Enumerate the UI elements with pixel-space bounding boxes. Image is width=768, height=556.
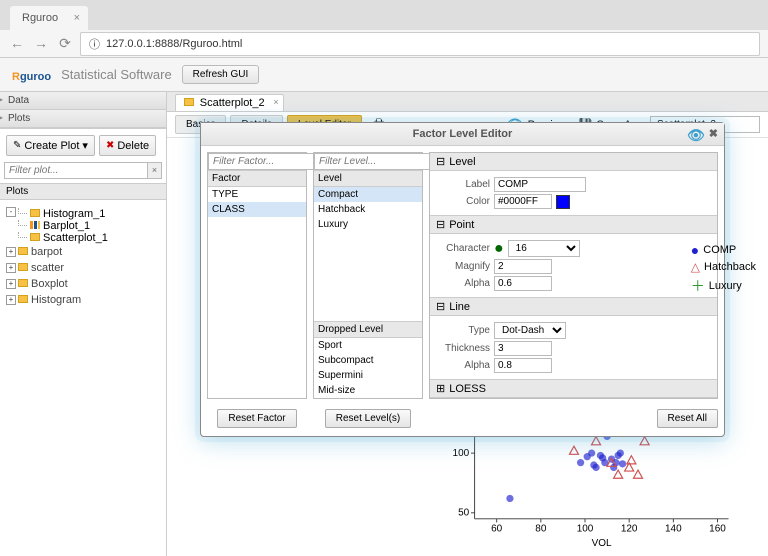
address-bar[interactable]: ⓘ 127.0.0.1:8888/Rguroo.html <box>80 32 760 56</box>
svg-text:120: 120 <box>621 523 638 534</box>
close-icon[interactable]: × <box>74 12 80 24</box>
thickness-input[interactable] <box>494 341 552 356</box>
plots-subheader: Plots <box>0 183 166 200</box>
factor-level-editor-dialog: Factor Level Editor 👁 ✖ × Factor TYPE CL… <box>200 122 725 437</box>
reset-factor-button[interactable]: Reset Factor <box>217 409 296 428</box>
browser-tab[interactable]: Rguroo × <box>10 6 88 30</box>
dropped-item[interactable]: Mid-size <box>314 383 422 398</box>
browser-tab-title: Rguroo <box>22 12 58 24</box>
factor-item[interactable]: CLASS <box>208 202 306 217</box>
refresh-gui-button[interactable]: Refresh GUI <box>182 65 260 84</box>
plot-tree: Histogram_1 Barplot_1 Scatterplot_1 barp… <box>0 200 166 312</box>
character-select[interactable]: 16 <box>508 240 580 257</box>
histogram-icon <box>30 209 40 217</box>
url-text: 127.0.0.1:8888/Rguroo.html <box>106 38 242 50</box>
collapse-icon[interactable]: ⊟ <box>436 218 445 231</box>
reset-all-button[interactable]: Reset All <box>657 409 718 428</box>
dropped-item[interactable]: Sport <box>314 338 422 353</box>
tree-item[interactable]: barpot <box>4 244 162 260</box>
line-type-select[interactable]: Dot-Dash <box>494 322 566 339</box>
reset-levels-button[interactable]: Reset Level(s) <box>325 409 411 428</box>
expand-icon[interactable]: ⊞ <box>436 382 445 395</box>
svg-text:140: 140 <box>665 523 682 534</box>
delete-button[interactable]: ✖Delete <box>99 135 156 156</box>
marker-icon: ● <box>494 244 504 254</box>
folder-icon <box>18 247 28 255</box>
collapse-icon[interactable]: ⊟ <box>436 300 445 313</box>
svg-text:80: 80 <box>535 523 547 534</box>
delete-icon: ✖ <box>106 140 114 151</box>
level-item[interactable]: Luxury <box>314 217 422 232</box>
svg-text:160: 160 <box>709 523 726 534</box>
tree-item[interactable]: Barplot_1 <box>4 220 162 232</box>
svg-text:100: 100 <box>453 448 470 459</box>
svg-text:VOL: VOL <box>592 538 612 546</box>
reload-button[interactable]: ⟳ <box>56 35 74 53</box>
folder-icon <box>18 279 28 287</box>
dropped-item[interactable]: Supermini <box>314 368 422 383</box>
dropped-item[interactable]: Subcompact <box>314 353 422 368</box>
create-plot-button[interactable]: ✎Create Plot ▾ <box>6 135 95 156</box>
label-input[interactable] <box>494 177 586 192</box>
factor-item[interactable]: TYPE <box>208 187 306 202</box>
line-alpha-input[interactable] <box>494 358 552 373</box>
content-tab[interactable]: Scatterplot_2 × <box>175 94 284 111</box>
filter-plot-input[interactable] <box>4 162 148 179</box>
alpha-input[interactable] <box>494 276 552 291</box>
tree-item[interactable]: Histogram <box>4 292 162 308</box>
svg-text:50: 50 <box>458 508 470 519</box>
dialog-title: Factor Level Editor <box>413 128 513 140</box>
dropped-header: Dropped Level <box>314 322 422 338</box>
barplot-icon <box>30 221 40 229</box>
triangle-icon: △ <box>691 260 700 274</box>
slogan: Statistical Software <box>61 67 172 82</box>
plus-icon: ＋ <box>691 276 705 296</box>
collapse-icon[interactable]: ⊟ <box>436 155 445 168</box>
scatterplot-icon <box>30 233 40 241</box>
color-input[interactable] <box>494 194 552 209</box>
tree-item[interactable]: Scatterplot_1 <box>4 232 162 244</box>
svg-text:100: 100 <box>577 523 594 534</box>
info-icon[interactable]: ⓘ <box>89 36 100 52</box>
plots-panel-header[interactable]: Plots <box>0 110 166 128</box>
logo: Rguroo <box>12 65 51 85</box>
close-icon[interactable]: ✖ <box>709 127 718 144</box>
tree-item[interactable]: Histogram_1 <box>4 208 162 220</box>
sidebar: Data Plots ✎Create Plot ▾ ✖Delete × Plot… <box>0 92 167 556</box>
back-button[interactable]: ← <box>8 35 26 53</box>
svg-text:60: 60 <box>491 523 503 534</box>
level-item[interactable]: Compact <box>314 187 422 202</box>
eye-icon[interactable]: 👁 <box>687 127 705 144</box>
close-icon[interactable]: × <box>273 97 278 107</box>
chart-legend: ●COMP △Hatchback ＋Luxury <box>691 240 756 298</box>
magnify-input[interactable] <box>494 259 552 274</box>
folder-icon <box>18 295 28 303</box>
factor-header: Factor <box>208 171 306 187</box>
dropdown-icon: ▾ <box>82 139 88 152</box>
tree-item[interactable]: scatter <box>4 260 162 276</box>
level-item[interactable]: Hatchback <box>314 202 422 217</box>
color-swatch[interactable] <box>556 195 570 209</box>
forward-button: → <box>32 35 50 53</box>
level-header: Level <box>314 171 422 187</box>
tree-item[interactable]: Boxplot <box>4 276 162 292</box>
folder-icon <box>18 263 28 271</box>
scatterplot-icon <box>184 98 194 106</box>
data-panel-header[interactable]: Data <box>0 92 166 110</box>
pencil-icon: ✎ <box>13 140 21 151</box>
circle-icon: ● <box>691 242 699 258</box>
clear-filter-button[interactable]: × <box>148 162 162 179</box>
